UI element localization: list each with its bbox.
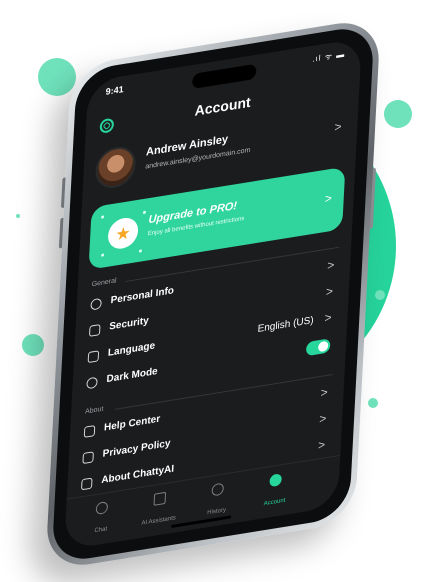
menu-item-label: Privacy Policy [102, 437, 171, 460]
tab-label: Chat [94, 526, 108, 535]
decorative-dot [384, 100, 412, 128]
tab-account[interactable]: Account [244, 469, 306, 513]
star-icon: ★ [114, 222, 132, 245]
status-icons: .ıl ᯤ ▬ [312, 49, 346, 64]
dark-mode-toggle[interactable] [305, 338, 331, 357]
phone-mockup: 9:41 .ıl ᯤ ▬ Account Andrew Ainsley andr… [45, 16, 381, 572]
phone-bezel: 9:41 .ıl ᯤ ▬ Account Andrew Ainsley andr… [51, 23, 375, 565]
decorative-dot [375, 290, 385, 300]
avatar [94, 144, 137, 191]
chevron-right-icon: > [326, 257, 335, 273]
chat-icon [95, 501, 109, 516]
sparkle-dot [101, 253, 105, 257]
chevron-right-icon: > [334, 119, 342, 135]
user-icon [269, 473, 282, 488]
sparkle-dot [138, 249, 143, 253]
menu-item-label: Security [108, 315, 149, 333]
section-label-general: General [91, 277, 117, 289]
chevron-right-icon: > [325, 283, 334, 299]
chevron-right-icon: > [319, 410, 327, 427]
chevron-right-icon: > [320, 384, 329, 400]
eye-icon [86, 376, 98, 390]
tab-label: History [207, 507, 227, 517]
chevron-right-icon: > [317, 437, 326, 453]
help-document-icon [83, 425, 96, 438]
tab-label: Account [263, 497, 286, 508]
section-label-about: About [84, 405, 104, 416]
document-icon [87, 350, 100, 364]
tab-chat[interactable]: Chat [70, 497, 132, 541]
lock-icon [82, 451, 94, 465]
sparkle-dot [101, 215, 105, 219]
person-icon [90, 297, 102, 311]
language-value: English (US) [257, 314, 314, 335]
decorative-dot [368, 398, 378, 408]
clock-icon [211, 482, 225, 497]
menu-item-label: Language [107, 340, 156, 359]
tab-history[interactable]: History [186, 479, 248, 523]
menu-item-label: Help Center [103, 413, 161, 434]
grid-icon [153, 491, 167, 506]
decorative-dot [22, 334, 44, 356]
info-icon [81, 477, 93, 491]
app-screen: 9:41 .ıl ᯤ ▬ Account Andrew Ainsley andr… [64, 37, 362, 551]
star-badge: ★ [107, 215, 139, 251]
shield-icon [88, 324, 101, 337]
menu-item-label: Dark Mode [106, 365, 158, 386]
chevron-right-icon: > [324, 190, 333, 207]
dynamic-island [191, 63, 257, 90]
status-time: 9:41 [105, 83, 124, 97]
phone-frame: 9:41 .ıl ᯤ ▬ Account Andrew Ainsley andr… [45, 16, 381, 572]
menu-item-label: Personal Info [110, 285, 175, 307]
sparkle-dot [142, 210, 147, 215]
chevron-right-icon: > [324, 309, 333, 326]
decorative-dot [16, 214, 20, 218]
